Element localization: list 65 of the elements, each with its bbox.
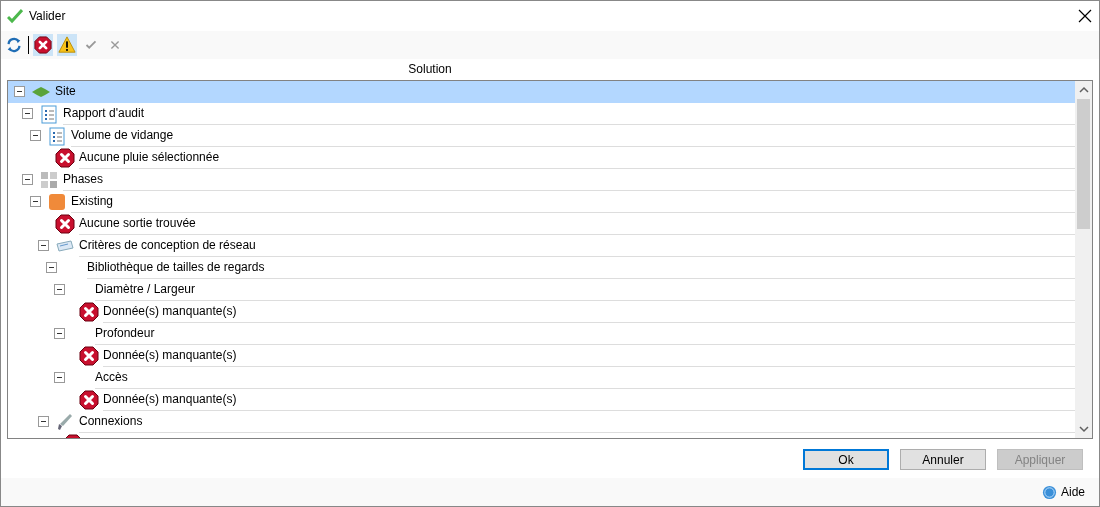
tree-row[interactable]: Volume de vidange [8, 124, 1075, 147]
node-label: Volume de vidange [71, 128, 174, 143]
tree-row[interactable]: Aucune sortie trouvée [8, 212, 1075, 235]
node-label: Critères de conception de réseau [79, 238, 256, 253]
tree-row[interactable]: Bibliothèque de tailles de regards [8, 256, 1075, 279]
node-label: Phases [63, 172, 104, 187]
node-label: Connexions [79, 414, 143, 429]
collapse-icon[interactable] [30, 196, 41, 208]
collapse-icon[interactable] [38, 240, 49, 252]
node-label: Aucune pluie sélectionnée [79, 150, 220, 165]
node-label: Bibliothèque de tailles de regards [87, 260, 265, 275]
list-icon [47, 125, 67, 146]
tree-row[interactable]: Donnée(s) manquante(s) [8, 300, 1075, 323]
dialog-button[interactable]: Annuler [900, 449, 986, 470]
node-label: Site [55, 84, 76, 99]
collapse-icon[interactable] [54, 328, 65, 340]
tree-row[interactable]: Diamètre / Largeur [8, 278, 1075, 301]
node-label: Diamètre / Largeur [95, 282, 196, 297]
help-link[interactable]: Aide [1060, 485, 1085, 499]
checkmark-icon [7, 8, 23, 24]
tree-row[interactable]: Rapport d'audit [8, 102, 1075, 125]
tree-row[interactable]: Phases [8, 168, 1075, 191]
node-label: Donnée(s) manquante(s) [103, 348, 237, 363]
window-title: Valider [29, 9, 67, 23]
node-label: Accès [95, 370, 128, 385]
tree-row[interactable]: Aucune pluie sélectionnée [8, 146, 1075, 169]
collapse-icon[interactable] [54, 372, 65, 384]
tree-row[interactable]: Donnée(s) manquante(s) [8, 344, 1075, 367]
warning-filter-button[interactable] [57, 34, 77, 56]
collapse-icon[interactable] [22, 174, 33, 186]
collapse-icon[interactable] [22, 108, 33, 120]
node-label: Donnée(s) manquante(s) [103, 304, 237, 319]
node-label: Profondeur [95, 326, 155, 341]
tree-row[interactable]: Site [8, 80, 1075, 103]
node-label: Rapport d'audit [63, 106, 144, 121]
collapse-icon[interactable] [30, 130, 41, 142]
tree-row[interactable]: Existing [8, 190, 1075, 213]
list-icon [39, 103, 59, 124]
column-header: Solution [408, 62, 452, 77]
collapse-icon[interactable] [54, 284, 65, 296]
grid-icon [39, 169, 59, 190]
error-icon [55, 147, 75, 168]
scrollbar[interactable] [1075, 80, 1092, 438]
tree-row[interactable]: Donnée(s) manquante(s) [8, 388, 1075, 411]
node-label: Existing [71, 194, 114, 209]
collapse-icon[interactable] [14, 86, 25, 98]
collapse-icon[interactable] [38, 416, 49, 428]
tree-row[interactable]: Profondeur [8, 322, 1075, 345]
error-icon [79, 301, 99, 322]
help-icon[interactable] [1041, 484, 1057, 500]
tree-row[interactable]: Connexions [8, 410, 1075, 433]
error-icon [79, 345, 99, 366]
node-label: Donnée(s) manquante(s) [103, 392, 237, 407]
error-filter-button[interactable] [33, 34, 53, 56]
close-icon[interactable] [1077, 8, 1093, 24]
dialog-button[interactable]: Ok [803, 449, 889, 470]
error-icon [79, 389, 99, 410]
tree-row[interactable]: Critères de conception de réseau [8, 234, 1075, 257]
node-label: Aucune sortie trouvée [79, 216, 196, 231]
collapse-icon[interactable] [46, 262, 57, 274]
tree-row[interactable]: Accès [8, 366, 1075, 389]
square-icon [47, 191, 67, 212]
pipe-icon [55, 411, 75, 432]
error-icon [55, 213, 75, 234]
scroll-down-icon[interactable] [1077, 423, 1090, 435]
